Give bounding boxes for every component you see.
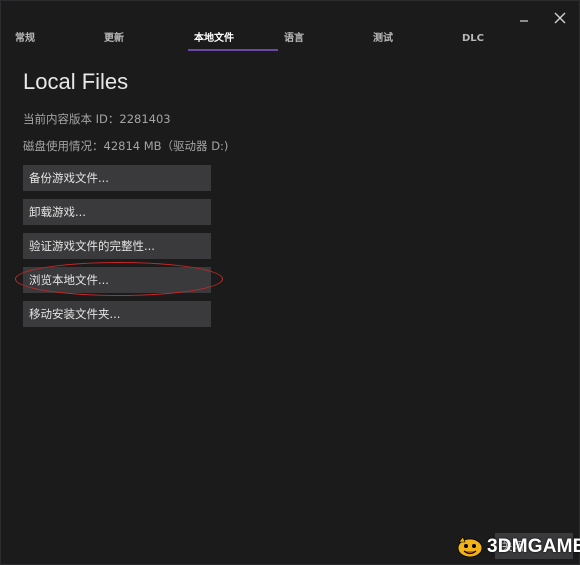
minimize-icon[interactable] [515,9,533,27]
window-controls [515,9,569,27]
page-title: Local Files [23,69,129,94]
browse-local-files-button[interactable]: 浏览本地文件... [15,262,223,296]
tab-updates[interactable]: 更新 [98,29,178,51]
watermark-text: 3DMGAME [487,536,580,557]
tab-betas[interactable]: 测试 [367,29,447,51]
verify-integrity-button[interactable]: 验证游戏文件的完整性... [23,233,211,259]
close-x-icon[interactable] [551,9,569,27]
tab-dlc[interactable]: DLC [456,29,536,51]
tab-general[interactable]: 常规 [9,29,89,51]
local-files-panel: Local Files 当前内容版本 ID：2281403 磁盘使用情况：428… [15,61,557,335]
watermark-mascot-icon [457,536,483,558]
tab-language[interactable]: 语言 [278,29,358,51]
action-button-list: 备份游戏文件... 卸载游戏... 验证游戏文件的完整性... 浏览本地文件..… [15,165,557,327]
move-install-folder-button[interactable]: 移动安装文件夹... [23,301,211,327]
local-files-dialog: 常规 更新 本地文件 语言 测试 DLC Local Files 当前内容版本 … [0,0,580,565]
content-version-text: 当前内容版本 ID：2281403 [23,112,171,126]
uninstall-game-button[interactable]: 卸载游戏... [23,199,211,225]
browse-local-files-label: 浏览本地文件... [29,273,109,287]
tab-local-files[interactable]: 本地文件 [188,29,278,51]
backup-game-files-button[interactable]: 备份游戏文件... [23,165,211,191]
tab-bar: 常规 更新 本地文件 语言 测试 DLC [1,29,580,51]
disk-usage-text: 磁盘使用情况：42814 MB（驱动器 D:) [23,139,229,153]
watermark-logo: 3DMGAME [455,535,580,559]
